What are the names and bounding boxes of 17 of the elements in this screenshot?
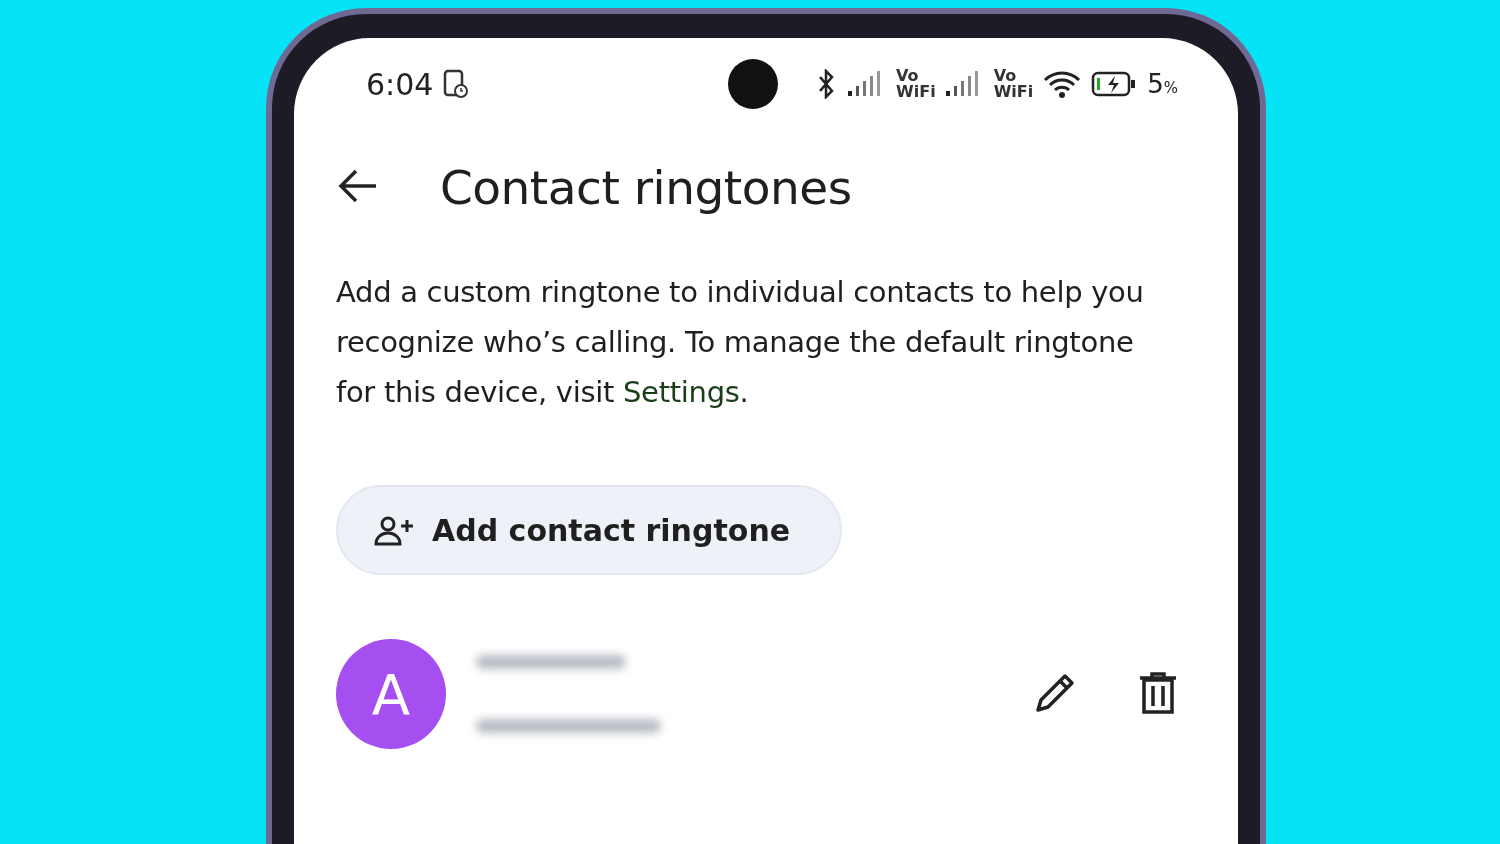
contact-avatar: A (336, 639, 446, 749)
settings-link[interactable]: Settings (623, 375, 740, 409)
document-clock-icon (443, 69, 470, 99)
status-label: WiFi (896, 84, 936, 100)
page-title: Contact ringtones (440, 160, 852, 215)
person-add-icon (374, 514, 416, 546)
trash-icon (1138, 670, 1178, 715)
status-label: WiFi (993, 84, 1034, 100)
front-camera (728, 59, 779, 109)
wifi-icon (1043, 70, 1082, 98)
add-contact-ringtone-button[interactable]: Add contact ringtone (336, 485, 843, 575)
status-label: Vo (993, 68, 1018, 84)
description-text: Add a custom ringtone to individual contacts to help you recognize who’s calling. To manage the default ringtone for this device, visit Settings. (336, 274, 1145, 411)
battery-percent: 5% (1147, 69, 1178, 99)
battery-icon (1091, 71, 1138, 97)
status-time: 6:04 (366, 66, 434, 102)
status-label: Vo (896, 68, 920, 84)
